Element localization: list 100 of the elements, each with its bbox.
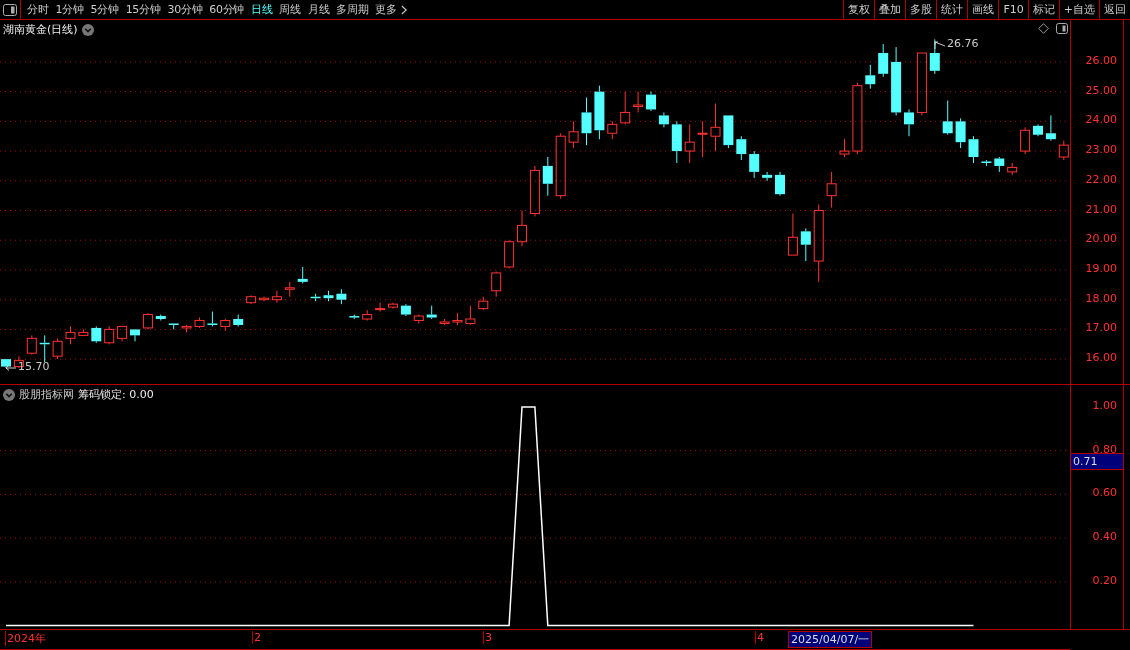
candlestick — [620, 91, 631, 125]
candlestick — [594, 85, 605, 140]
candlestick — [878, 43, 889, 78]
candlestick — [259, 296, 269, 302]
axis-label: 0.80 — [1092, 442, 1118, 456]
candlestick — [800, 227, 811, 262]
axis-label: 18.00 — [1085, 291, 1118, 305]
candlestick — [865, 64, 876, 90]
candlestick — [26, 334, 37, 356]
date-label: 2 — [252, 631, 261, 644]
date-label: 4 — [755, 631, 764, 644]
period-tab[interactable]: 5分钟 — [90, 2, 119, 17]
candlestick — [633, 91, 644, 113]
candlestick — [336, 288, 347, 305]
candlestick — [504, 239, 515, 269]
axis-label: 26.00 — [1085, 53, 1118, 67]
diamond-icon[interactable] — [1038, 23, 1049, 34]
candlestick — [646, 91, 656, 112]
left-arrow-icon — [5, 362, 17, 371]
candlestick — [1020, 126, 1031, 155]
axis-label: 0.60 — [1092, 486, 1118, 500]
candlestick — [762, 171, 773, 182]
candlestick — [775, 171, 785, 197]
candlestick — [362, 309, 373, 321]
panel-toggle-icon[interactable] — [3, 3, 17, 16]
candlestick — [117, 325, 128, 342]
candlestick — [142, 312, 153, 330]
pointer-arrow-icon — [934, 41, 946, 50]
candlestick — [517, 210, 527, 247]
candlestick — [388, 302, 398, 310]
indicator-source: 股朋指标网 — [19, 387, 74, 402]
chevron-down-icon[interactable] — [3, 388, 15, 401]
chevron-right-icon[interactable] — [400, 4, 407, 15]
candlestick — [439, 318, 450, 326]
candlestick — [220, 318, 231, 332]
axis-label: 0.40 — [1092, 530, 1118, 544]
candlestick — [942, 100, 953, 136]
candlestick — [968, 135, 979, 164]
candlestick — [465, 305, 476, 326]
candlestick — [271, 290, 282, 304]
candlestick — [375, 302, 386, 313]
candlestick — [607, 120, 618, 140]
period-tab[interactable]: 月线 — [307, 2, 330, 17]
chart-title: 湖南黄金(日线) — [3, 22, 78, 37]
axis-label: 20.00 — [1085, 232, 1118, 246]
candlestick — [542, 156, 553, 197]
period-tab[interactable]: 1分钟 — [55, 2, 84, 17]
candlestick — [78, 328, 89, 336]
candlestick — [491, 270, 502, 298]
period-tab[interactable]: 60分钟 — [209, 2, 245, 17]
candlestick — [91, 325, 102, 344]
axis-label: 19.00 — [1085, 261, 1118, 275]
candlestick — [52, 337, 63, 360]
candlestick — [981, 159, 992, 167]
candlestick — [452, 312, 463, 326]
candlestick — [723, 114, 734, 149]
chevron-down-icon[interactable] — [81, 23, 94, 36]
period-tab[interactable]: 分时 — [27, 2, 49, 17]
candlestick — [1058, 140, 1069, 161]
axis-label: 21.00 — [1085, 202, 1118, 216]
candlestick — [568, 120, 579, 149]
candlestick — [130, 328, 140, 342]
period-tab[interactable]: 周线 — [279, 2, 301, 17]
period-tab[interactable]: 30分钟 — [167, 2, 203, 17]
more-menu[interactable]: 更多 — [375, 2, 397, 17]
axis-label: 17.00 — [1085, 321, 1118, 335]
candlestick — [955, 117, 966, 149]
candlestick — [736, 135, 747, 161]
candlestick — [916, 52, 927, 116]
candlestick — [684, 123, 695, 164]
candlestick — [891, 46, 902, 116]
candlestick — [349, 314, 360, 320]
date-label: 3 — [483, 631, 492, 644]
candlestick — [749, 150, 760, 179]
axis-label: 23.00 — [1085, 143, 1118, 157]
axis-label: 24.00 — [1085, 113, 1118, 127]
candlestick — [478, 296, 489, 311]
period-tab[interactable]: 15分钟 — [125, 2, 161, 17]
high-price-label: 26.76 — [947, 37, 979, 50]
axis-label: 22.00 — [1085, 172, 1118, 186]
indicator-value: 筹码锁定: 0.00 — [78, 387, 154, 402]
candlestick — [194, 317, 205, 329]
candlestick — [826, 171, 837, 209]
candlestick — [297, 266, 308, 284]
candlestick — [1033, 123, 1043, 137]
candlestick — [1007, 162, 1018, 176]
period-tab[interactable]: 多周期 — [336, 2, 369, 17]
candlestick — [710, 103, 721, 152]
axis-label: 25.00 — [1085, 83, 1118, 97]
candlestick — [697, 120, 708, 158]
candlestick — [181, 324, 192, 333]
cursor-date-label: 2025/04/07/一 — [788, 631, 873, 648]
candlestick — [104, 325, 115, 345]
candlestick — [155, 314, 166, 321]
candlestick — [994, 156, 1005, 173]
panel-toggle-icon[interactable] — [1056, 23, 1068, 34]
candlestick — [413, 314, 424, 324]
candlestick — [581, 97, 592, 146]
period-tab[interactable]: 日线 — [251, 2, 273, 17]
candlestick — [671, 120, 682, 164]
